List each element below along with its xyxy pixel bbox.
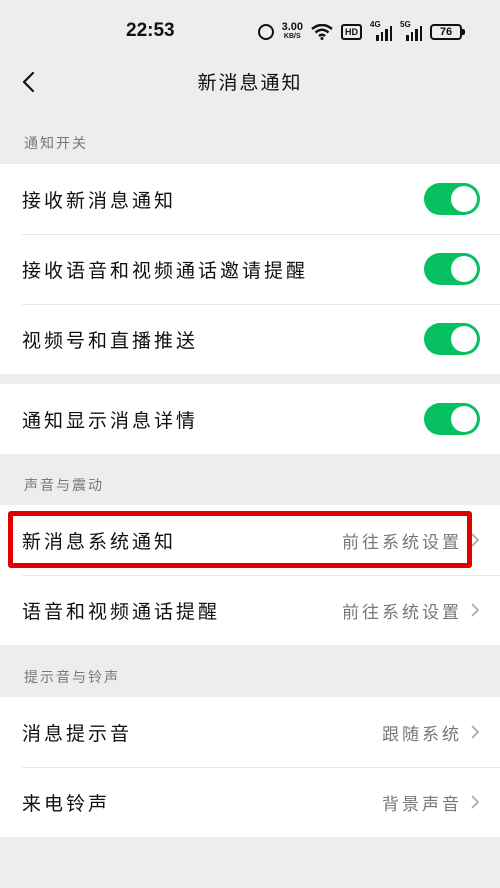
nav-bar: 新消息通知 <box>0 62 500 104</box>
chevron-right-icon <box>471 725 480 739</box>
chevron-right-icon <box>471 533 480 547</box>
section-header-sound-vibration: 声音与震动 <box>24 478 104 494</box>
toggle-channels-live-push[interactable] <box>424 323 480 355</box>
tones-group: 消息提示音 跟随系统 来电铃声 背景声音 <box>0 697 500 837</box>
row-show-message-details[interactable]: 通知显示消息详情 <box>0 384 500 454</box>
toggle-show-message-details[interactable] <box>424 403 480 435</box>
status-bar: 22:53 3.00 KB/S HD 4G 5G 76 <box>0 0 500 62</box>
notification-switch-group: 接收新消息通知 接收语音和视频通话邀请提醒 视频号和直播推送 <box>0 164 500 374</box>
network-speed: 3.00 KB/S <box>281 21 303 41</box>
network-speed-value: 3.00 <box>281 21 303 33</box>
row-channels-live-push[interactable]: 视频号和直播推送 <box>0 304 500 374</box>
row-ringtone[interactable]: 来电铃声 背景声音 <box>0 767 500 837</box>
battery-icon: 76 <box>430 24 465 40</box>
row-value: 跟随系统 <box>382 724 462 745</box>
signal-4g-label: 4G <box>370 20 381 29</box>
network-speed-unit: KB/S <box>283 33 301 40</box>
signal-4g-icon: 4G <box>370 20 392 41</box>
row-call-reminder-system[interactable]: 语音和视频通话提醒 前往系统设置 <box>0 575 500 645</box>
row-message-tone[interactable]: 消息提示音 跟随系统 <box>0 697 500 767</box>
chevron-right-icon <box>471 603 480 617</box>
toggle-call-invite-reminder[interactable] <box>424 253 480 285</box>
row-label: 接收新消息通知 <box>22 189 177 212</box>
row-label: 消息提示音 <box>22 722 133 745</box>
wifi-icon <box>311 24 333 40</box>
signal-5g-icon: 5G <box>400 20 422 41</box>
section-header-notification-switch: 通知开关 <box>24 136 88 152</box>
row-label: 来电铃声 <box>22 792 111 815</box>
status-icons: 3.00 KB/S HD 4G 5G 76 <box>257 20 465 44</box>
row-new-message-system-notification[interactable]: 新消息系统通知 前往系统设置 <box>0 505 500 575</box>
section-header-tones: 提示音与铃声 <box>24 670 120 686</box>
detail-group: 通知显示消息详情 <box>0 384 500 454</box>
signal-5g-label: 5G <box>400 20 411 29</box>
row-value: 前往系统设置 <box>342 532 462 553</box>
row-label: 接收语音和视频通话邀请提醒 <box>22 259 309 282</box>
sound-vibration-group: 新消息系统通知 前往系统设置 语音和视频通话提醒 前往系统设置 <box>0 505 500 645</box>
chevron-right-icon <box>471 795 480 809</box>
hd-badge: HD <box>341 24 362 40</box>
row-label: 语音和视频通话提醒 <box>22 600 221 623</box>
status-time: 22:53 <box>126 20 175 41</box>
row-label: 新消息系统通知 <box>22 530 177 553</box>
alarm-icon <box>257 24 274 40</box>
row-label: 视频号和直播推送 <box>22 329 199 352</box>
row-value: 前往系统设置 <box>342 602 462 623</box>
row-receive-new-messages[interactable]: 接收新消息通知 <box>0 164 500 234</box>
row-call-invite-reminder[interactable]: 接收语音和视频通话邀请提醒 <box>0 234 500 304</box>
page-title: 新消息通知 <box>197 72 303 94</box>
toggle-receive-new-messages[interactable] <box>424 183 480 215</box>
row-label: 通知显示消息详情 <box>22 409 199 432</box>
row-value: 背景声音 <box>382 794 462 815</box>
